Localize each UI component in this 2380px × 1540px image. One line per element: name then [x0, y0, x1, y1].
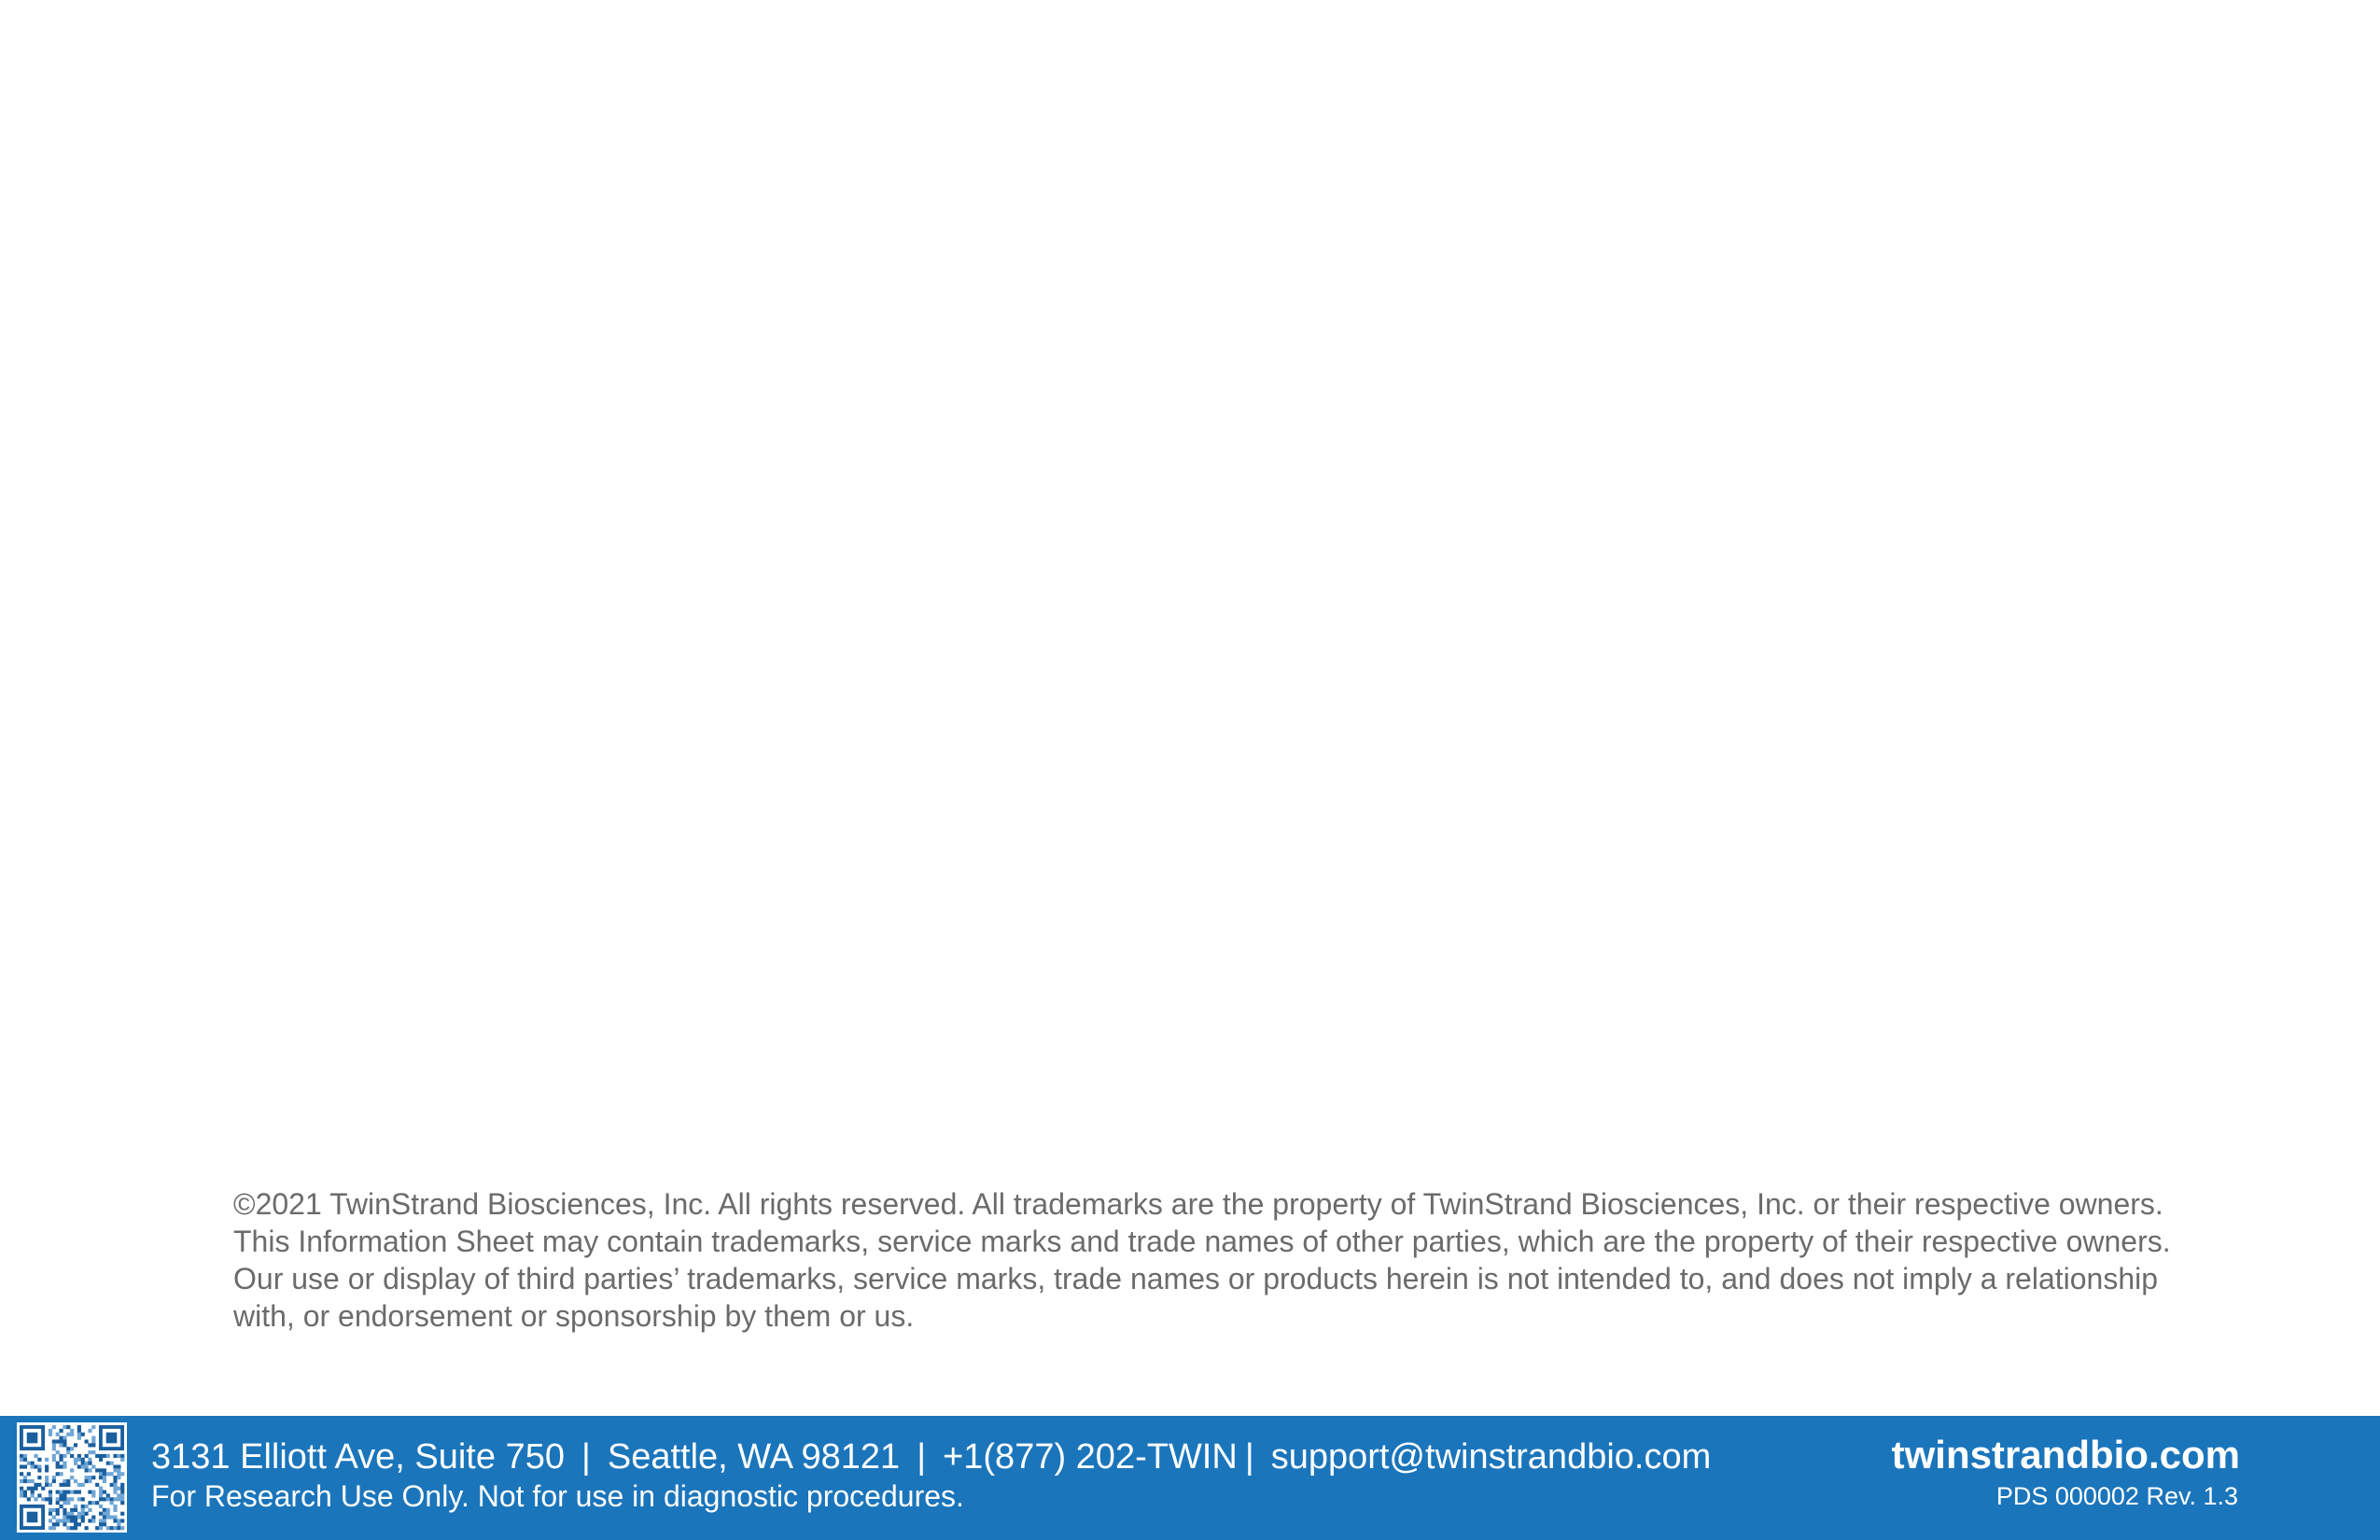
address-text: 3131 Elliott Ave, Suite 750 [151, 1437, 565, 1477]
document-id: PDS 000002 Rev. 1.3 [1995, 1482, 2238, 1510]
phone-text[interactable]: +1(877) 202-TWIN [943, 1437, 1238, 1477]
legal-notice: ©2021 TwinStrand Biosciences, Inc. All r… [233, 1185, 2171, 1335]
legal-line: This Information Sheet may contain trade… [233, 1225, 2171, 1258]
separator: | [581, 1437, 591, 1477]
legal-line: Our use or display of third parties’ tra… [233, 1262, 2159, 1295]
research-use-disclaimer: For Research Use Only. Not for use in di… [151, 1479, 964, 1513]
website-link[interactable]: twinstrandbio.com [1892, 1433, 2240, 1477]
contact-line: 3131 Elliott Ave, Suite 750 | Seattle, WA … [151, 1436, 1711, 1477]
legal-line: with, or endorsement or sponsorship by t… [233, 1299, 915, 1333]
qr-code-icon [17, 1422, 127, 1533]
legal-line: ©2021 TwinStrand Biosciences, Inc. All r… [233, 1187, 2163, 1221]
email-link[interactable]: support@twinstrandbio.com [1271, 1437, 1712, 1477]
separator: | [1244, 1437, 1254, 1477]
page: ©2021 TwinStrand Biosciences, Inc. All r… [0, 0, 2380, 1540]
separator: | [917, 1437, 927, 1477]
city-text: Seattle, WA 98121 [607, 1437, 901, 1477]
footer-bar: 3131 Elliott Ave, Suite 750 | Seattle, WA … [0, 1416, 2380, 1540]
